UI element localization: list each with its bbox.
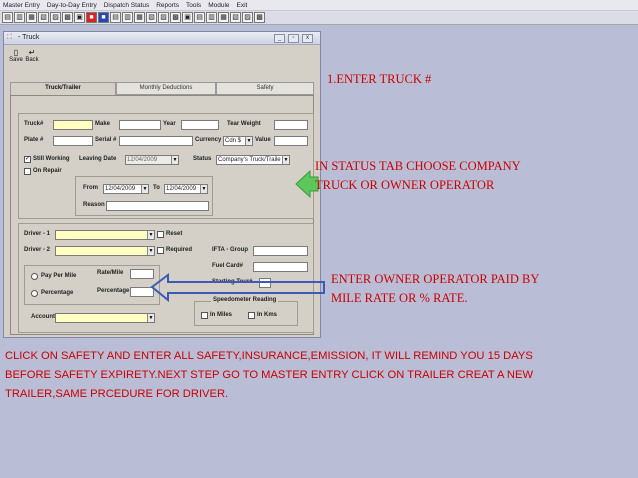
step1-annotation: 1.ENTER TRUCK # [327, 72, 432, 86]
status-annotation-line1: IN STATUS TAB CHOOSE COMPANY [315, 159, 521, 173]
bottom-annotation-line2: BEFORE SAFETY EXPIRETY.NEXT STEP GO TO M… [5, 369, 534, 381]
bottom-annotation-line3: TRAILER,SAME PRCEDURE FOR DRIVER. [5, 388, 229, 400]
annotation-arrows [150, 169, 325, 303]
owner-annotation-line2: MILE RATE OR % RATE. [331, 291, 468, 305]
owner-annotation-line1: ENTER OWNER OPERATOR PAID BY [331, 272, 540, 286]
blue-arrow-icon [150, 273, 325, 303]
bottom-annotation-line1: CLICK ON SAFETY AND ENTER ALL SAFETY,INS… [5, 350, 533, 362]
status-annotation-line2: TRUCK OR OWNER OPERATOR [315, 178, 495, 192]
